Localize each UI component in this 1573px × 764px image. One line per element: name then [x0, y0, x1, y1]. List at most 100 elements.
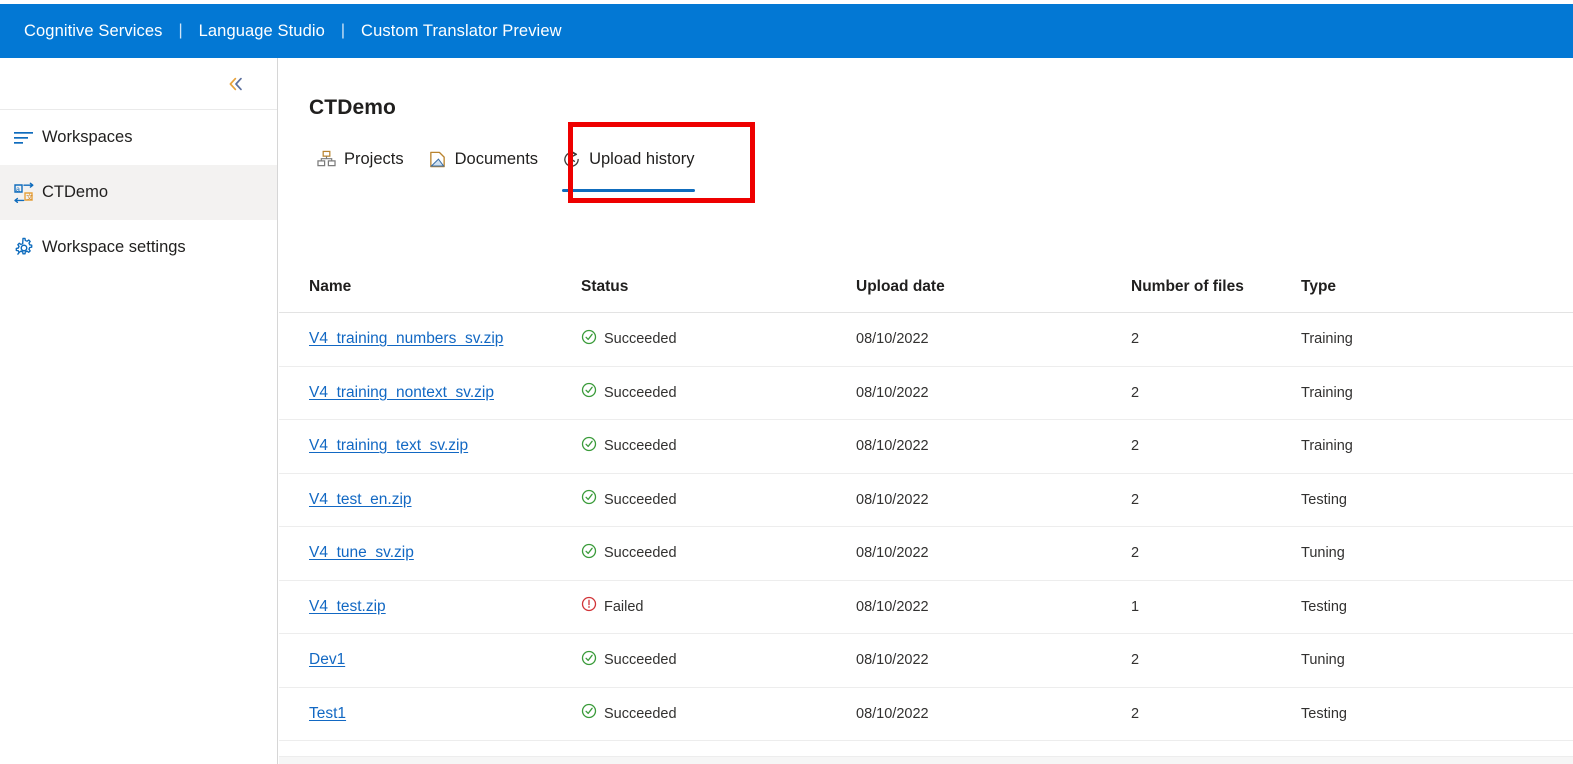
header-link-language-studio[interactable]: Language Studio: [199, 22, 325, 41]
tab-upload-history[interactable]: Upload history: [550, 140, 706, 192]
cell-upload-date: 08/10/2022: [856, 545, 929, 562]
status-icon: [581, 703, 597, 724]
cell-number-of-files: 1: [1131, 598, 1140, 615]
table-row[interactable]: V4_tune_sv.zip Succeeded 08/10/2022 2 Tu…: [279, 527, 1573, 581]
file-name-link[interactable]: Dev1: [309, 651, 345, 668]
status-label: Succeeded: [604, 384, 677, 401]
column-header-upload-date[interactable]: Upload date: [856, 278, 1131, 296]
file-name-link[interactable]: V4_test.zip: [309, 598, 386, 615]
gear-icon: [6, 237, 42, 259]
sidebar-collapse-row: [0, 58, 277, 110]
tab-documents[interactable]: Documents: [416, 140, 550, 178]
cell-upload-date: 08/10/2022: [856, 705, 929, 722]
check-circle-icon: [581, 436, 597, 451]
cell-status: Succeeded: [581, 329, 856, 350]
file-name-link[interactable]: V4_training_numbers_sv.zip: [309, 330, 503, 347]
cell-upload-date: 08/10/2022: [856, 331, 929, 348]
header-link-custom-translator-preview[interactable]: Custom Translator Preview: [361, 22, 562, 41]
cell-status: Succeeded: [581, 382, 856, 403]
cell-type: Training: [1301, 331, 1353, 348]
status-label: Succeeded: [604, 545, 677, 562]
cell-number-of-files: 2: [1131, 545, 1140, 562]
cell-number-of-files: 2: [1131, 705, 1140, 722]
cell-type: Testing: [1301, 598, 1347, 615]
file-name-link[interactable]: V4_tune_sv.zip: [309, 544, 414, 561]
table-row[interactable]: Test1 Succeeded 08/10/2022 2 Testing: [279, 688, 1573, 741]
history-clock-icon: [562, 150, 581, 169]
status-label: Succeeded: [604, 652, 677, 669]
check-circle-icon: [581, 329, 597, 344]
documents-icon: [428, 150, 447, 169]
cell-upload-date: 08/10/2022: [856, 598, 929, 615]
table-row[interactable]: V4_training_text_sv.zip Succeeded 08/10/…: [279, 420, 1573, 474]
status-icon: [581, 596, 597, 617]
cell-number-of-files: 2: [1131, 384, 1140, 401]
status-icon: [581, 489, 597, 510]
active-tab-indicator: [562, 189, 695, 192]
tab-strip: Projects Documents Upload history: [305, 140, 707, 196]
cell-status: Succeeded: [581, 543, 856, 564]
cell-upload-date: 08/10/2022: [856, 652, 929, 669]
header-link-cognitive-services[interactable]: Cognitive Services: [24, 22, 162, 41]
status-label: Succeeded: [604, 438, 677, 455]
cell-number-of-files: 2: [1131, 652, 1140, 669]
column-header-name[interactable]: Name: [309, 278, 581, 296]
main-content-pane: CTDemo Projects Documents Upload history…: [279, 58, 1573, 764]
cell-status: Succeeded: [581, 650, 856, 671]
check-circle-icon: [581, 383, 597, 398]
cell-status: Succeeded: [581, 703, 856, 724]
table-body: V4_training_numbers_sv.zip Succeeded 08/…: [279, 313, 1573, 741]
translator-icon: a 文: [6, 182, 42, 204]
column-header-number-of-files[interactable]: Number of files: [1131, 278, 1301, 296]
cell-number-of-files: 2: [1131, 491, 1140, 508]
sidebar-item-label: Workspace settings: [42, 238, 186, 256]
status-icon: [581, 329, 597, 350]
cell-status: Failed: [581, 596, 856, 617]
status-icon: [581, 436, 597, 457]
table-row[interactable]: V4_training_numbers_sv.zip Succeeded 08/…: [279, 313, 1573, 367]
table-row[interactable]: V4_test.zip Failed 08/10/2022 1 Testing: [279, 581, 1573, 634]
file-name-link[interactable]: V4_test_en.zip: [309, 491, 412, 508]
status-label: Failed: [604, 598, 644, 615]
chevron-double-left-icon[interactable]: [223, 71, 249, 97]
table-row[interactable]: Dev1 Succeeded 08/10/2022 2 Tuning: [279, 634, 1573, 688]
column-header-status[interactable]: Status: [581, 278, 856, 296]
cell-type: Testing: [1301, 705, 1347, 722]
cell-status: Succeeded: [581, 489, 856, 510]
cell-name: V4_training_text_sv.zip: [309, 437, 581, 455]
status-label: Succeeded: [604, 491, 677, 508]
header-separator: |: [340, 22, 346, 39]
tab-label: Upload history: [589, 149, 695, 168]
file-name-link[interactable]: V4_training_nontext_sv.zip: [309, 384, 494, 401]
cell-number-of-files: 2: [1131, 438, 1140, 455]
cell-type: Training: [1301, 438, 1353, 455]
left-navigation-rail: Workspaces a 文 CTDemo Workspace settings: [0, 58, 278, 764]
cell-upload-date: 08/10/2022: [856, 438, 929, 455]
cell-type: Tuning: [1301, 545, 1345, 562]
workspaces-list-icon: [6, 129, 42, 147]
cell-name: V4_training_nontext_sv.zip: [309, 384, 581, 402]
tab-projects[interactable]: Projects: [305, 140, 416, 178]
sidebar-item-workspaces[interactable]: Workspaces: [0, 110, 277, 165]
cell-type: Testing: [1301, 491, 1347, 508]
sidebar-item-workspace-settings[interactable]: Workspace settings: [0, 220, 277, 275]
table-row[interactable]: V4_test_en.zip Succeeded 08/10/2022 2 Te…: [279, 474, 1573, 527]
file-name-link[interactable]: Test1: [309, 705, 346, 722]
tab-label: Projects: [344, 149, 404, 168]
table-row[interactable]: V4_training_nontext_sv.zip Succeeded 08/…: [279, 367, 1573, 420]
page-title: CTDemo: [309, 96, 396, 119]
cell-name: V4_test.zip: [309, 598, 581, 616]
sidebar-item-ctdemo[interactable]: a 文 CTDemo: [0, 165, 277, 220]
global-header: Cognitive Services | Language Studio | C…: [0, 4, 1573, 58]
status-icon: [581, 650, 597, 671]
cell-name: Test1: [309, 705, 581, 723]
cell-upload-date: 08/10/2022: [856, 491, 929, 508]
file-name-link[interactable]: V4_training_text_sv.zip: [309, 437, 468, 454]
svg-text:a: a: [16, 186, 20, 193]
header-separator: |: [178, 22, 183, 39]
column-header-type[interactable]: Type: [1301, 278, 1501, 296]
error-circle-icon: [581, 597, 597, 612]
cell-type: Training: [1301, 384, 1353, 401]
cell-status: Succeeded: [581, 436, 856, 457]
cell-name: V4_test_en.zip: [309, 491, 581, 509]
